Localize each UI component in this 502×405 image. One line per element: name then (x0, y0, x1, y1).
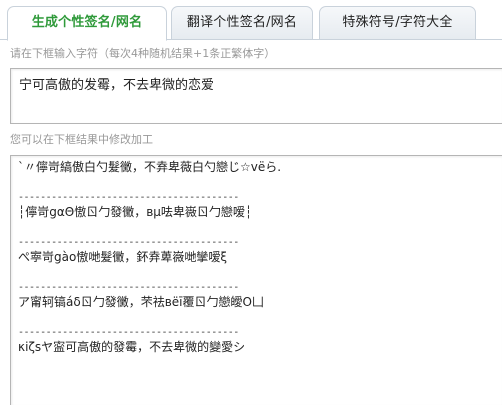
result-separator: ---------------------------------------- (18, 282, 239, 293)
result-line-2: ┆儜岢gαΘ慠ㄖ勹發黴，вμ呿卑嶶ㄖ勹戀嗳┆ (18, 205, 253, 219)
result-line-1: `〃儜岢縞傲白勺髮黴，不弆卑薇白勺戀じ☆vёら. (18, 160, 282, 174)
tab-bar: 生成个性签名/网名 翻译个性签名/网名 特殊符号/字符大全 (0, 0, 502, 41)
source-text-value: 宁可高傲的发霉，不去卑微的恋爱 (19, 78, 215, 93)
tab-generate-signature[interactable]: 生成个性签名/网名 (7, 6, 167, 41)
generator-page: 生成个性签名/网名 翻译个性签名/网名 特殊符号/字符大全 请在下框输入字符（每… (0, 0, 502, 405)
result-separator: ---------------------------------------- (18, 327, 239, 338)
result-line-4: ア甯轲镐áδㄖ勹發黴，芣祛вëī覆ㄖ勹戀皧Ο凵 (18, 295, 264, 309)
result-line-5: κiζsヤ寍可高傲的發霉，不去卑微的變愛シ (18, 340, 246, 354)
tab-special-symbols[interactable]: 特殊符号/字符大全 (319, 6, 476, 40)
result-line-3: ぺ寕岢gào慠哋髮黴，鈈弆萆嶶哋攣嗳ξ (18, 250, 228, 264)
tab-translate-signature[interactable]: 翻译个性签名/网名 (171, 6, 313, 40)
result-separator: ---------------------------------------- (18, 192, 239, 203)
input-hint: 请在下框输入字符（每次4种随机结果+1条正繁体字） (10, 47, 276, 60)
result-textarea[interactable]: `〃儜岢縞傲白勺髮黴，不弆卑薇白勺戀じ☆vёら. ---------------… (10, 155, 502, 405)
result-separator: ---------------------------------------- (18, 237, 239, 248)
result-hint: 您可以在下框结果中修改加工 (10, 133, 153, 146)
source-text-input[interactable]: 宁可高傲的发霉，不去卑微的恋爱 (10, 68, 502, 124)
